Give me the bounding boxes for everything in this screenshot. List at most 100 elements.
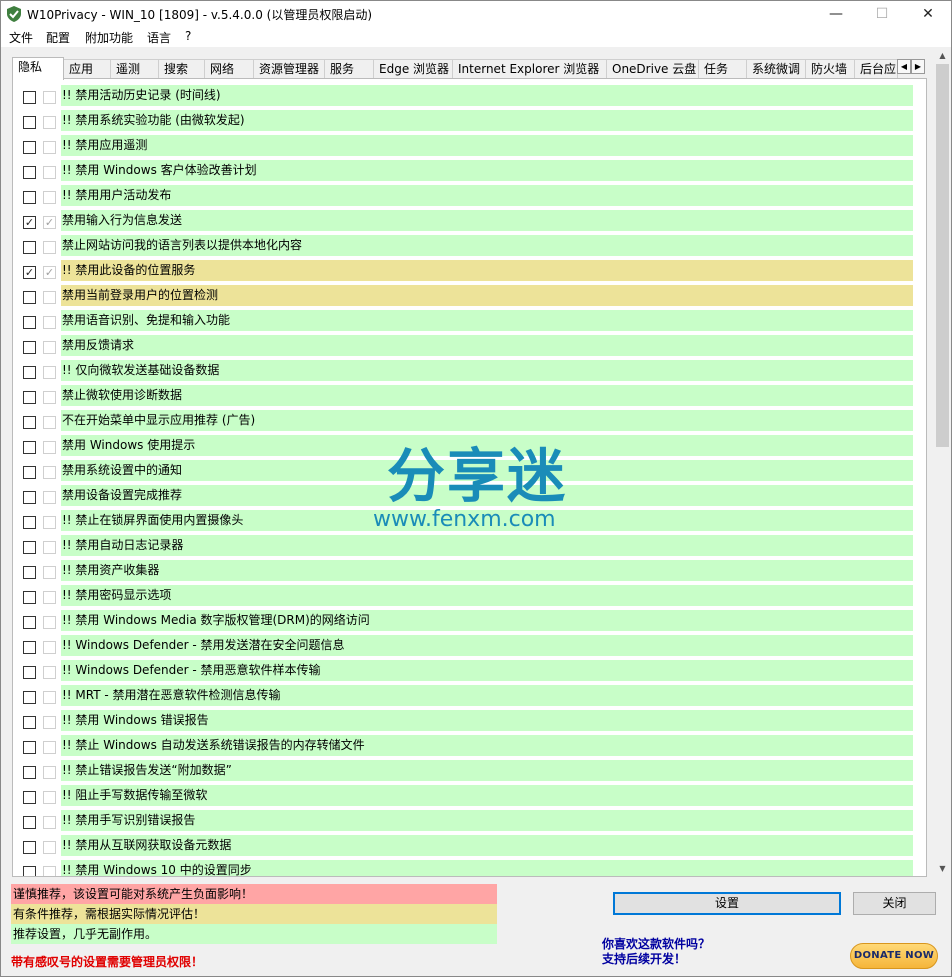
setting-checkbox[interactable] — [23, 741, 36, 754]
setting-row[interactable]: 禁用 Windows 使用提示 — [13, 433, 926, 458]
setting-row[interactable]: 不在开始菜单中显示应用推荐 (广告) — [13, 408, 926, 433]
setting-checkbox[interactable] — [23, 666, 36, 679]
tab-edge[interactable]: Edge 浏览器 — [373, 59, 453, 79]
close-window-button[interactable]: ✕ — [905, 1, 951, 27]
tab-explorer[interactable]: 资源管理器 — [253, 59, 334, 79]
menu-language[interactable]: 语言 — [147, 29, 171, 46]
donate-button[interactable]: DONATE NOW — [850, 943, 938, 969]
setting-checkbox[interactable] — [23, 441, 36, 454]
setting-checkbox[interactable] — [23, 166, 36, 179]
setting-row[interactable]: !! 禁止错误报告发送“附加数据” — [13, 758, 926, 783]
setting-checkbox[interactable] — [23, 541, 36, 554]
setting-checkbox[interactable]: ✓ — [23, 266, 36, 279]
setting-checkbox[interactable] — [23, 566, 36, 579]
scroll-thumb[interactable] — [936, 64, 949, 447]
minimize-button[interactable]: — — [813, 1, 859, 27]
setting-row[interactable]: 禁用反馈请求 — [13, 333, 926, 358]
setting-row[interactable]: !! MRT - 禁用潜在恶意软件检测信息传输 — [13, 683, 926, 708]
setting-row[interactable]: !! 禁用应用遥测 — [13, 133, 926, 158]
tab-firewall[interactable]: 防火墙 — [805, 59, 855, 79]
tab-network[interactable]: 网络 — [204, 59, 254, 79]
setting-row[interactable]: ✓ ✓ !! 禁用此设备的位置服务 — [13, 258, 926, 283]
tab-services[interactable]: 服务 — [324, 59, 374, 79]
setting-row[interactable]: 禁止微软使用诊断数据 — [13, 383, 926, 408]
setting-checkbox[interactable] — [23, 866, 36, 876]
setting-row[interactable]: !! 仅向微软发送基础设备数据 — [13, 358, 926, 383]
setting-row[interactable]: !! 禁用自动日志记录器 — [13, 533, 926, 558]
setting-checkbox[interactable] — [23, 191, 36, 204]
setting-checkbox[interactable] — [23, 141, 36, 154]
tab-ie[interactable]: Internet Explorer 浏览器 — [452, 59, 607, 79]
tab-tasks[interactable]: 任务 — [698, 59, 747, 79]
apply-settings-button[interactable]: 设置 — [613, 892, 841, 915]
setting-checkbox[interactable] — [23, 816, 36, 829]
setting-checkbox[interactable]: ✓ — [23, 216, 36, 229]
setting-row[interactable]: !! 禁用资产收集器 — [13, 558, 926, 583]
setting-checkbox[interactable] — [23, 491, 36, 504]
setting-checkbox[interactable] — [23, 641, 36, 654]
setting-row[interactable]: !! 禁用 Windows 客户体验改善计划 — [13, 158, 926, 183]
setting-checkbox[interactable] — [23, 616, 36, 629]
setting-checkbox[interactable] — [23, 766, 36, 779]
menu-file[interactable]: 文件 — [9, 29, 33, 46]
tab-onedrive[interactable]: OneDrive 云盘 — [606, 59, 699, 79]
setting-checkbox[interactable] — [23, 466, 36, 479]
setting-row[interactable]: !! Windows Defender - 禁用恶意软件样本传输 — [13, 658, 926, 683]
setting-checkbox[interactable] — [23, 691, 36, 704]
setting-checkbox[interactable] — [23, 416, 36, 429]
menu-config[interactable]: 配置 — [46, 29, 70, 46]
setting-row[interactable]: !! 禁用用户活动发布 — [13, 183, 926, 208]
setting-checkbox[interactable] — [23, 241, 36, 254]
setting-default-checkbox — [43, 341, 56, 354]
setting-row[interactable]: !! Windows Defender - 禁用发送潜在安全问题信息 — [13, 633, 926, 658]
tab-apps[interactable]: 应用 — [63, 59, 113, 79]
setting-row[interactable]: !! 禁用手写识别错误报告 — [13, 808, 926, 833]
tab-privacy[interactable]: 隐私 — [12, 57, 64, 80]
setting-checkbox[interactable] — [23, 366, 36, 379]
setting-row[interactable]: !! 禁止 Windows 自动发送系统错误报告的内存转储文件 — [13, 733, 926, 758]
setting-default-checkbox — [43, 191, 56, 204]
setting-row[interactable]: ✓ ✓ 禁用输入行为信息发送 — [13, 208, 926, 233]
setting-row[interactable]: !! 禁用 Windows 错误报告 — [13, 708, 926, 733]
promo-line-1[interactable]: 你喜欢这款软件吗？ — [602, 937, 710, 952]
setting-checkbox[interactable] — [23, 341, 36, 354]
setting-checkbox[interactable] — [23, 116, 36, 129]
setting-checkbox[interactable] — [23, 316, 36, 329]
setting-row[interactable]: !! 禁用从互联网获取设备元数据 — [13, 833, 926, 858]
tab-telemetry[interactable]: 遥测 — [110, 59, 159, 79]
setting-row[interactable]: !! 禁用系统实验功能 (由微软发起) — [13, 108, 926, 133]
setting-row[interactable]: 禁用系统设置中的通知 — [13, 458, 926, 483]
scroll-up-icon[interactable]: ▲ — [934, 47, 951, 64]
setting-checkbox[interactable] — [23, 791, 36, 804]
setting-checkbox[interactable] — [23, 516, 36, 529]
setting-row[interactable]: !! 禁用活动历史记录 (时间线) — [13, 83, 926, 108]
menu-help[interactable]: ? — [185, 29, 191, 43]
scroll-down-icon[interactable]: ▼ — [934, 860, 951, 877]
vertical-scrollbar[interactable]: ▲ ▼ — [934, 47, 951, 877]
tab-tweaks[interactable]: 系统微调 — [746, 59, 806, 79]
promo-text[interactable]: 你喜欢这款软件吗？ 支持后续开发！ — [602, 937, 710, 967]
setting-checkbox[interactable] — [23, 591, 36, 604]
setting-row[interactable]: !! 禁用 Windows Media 数字版权管理(DRM)的网络访问 — [13, 608, 926, 633]
setting-row[interactable]: !! 禁用密码显示选项 — [13, 583, 926, 608]
promo-line-2[interactable]: 支持后续开发！ — [602, 952, 710, 967]
maximize-button[interactable]: ☐ — [859, 1, 905, 27]
tab-search[interactable]: 搜索 — [158, 59, 205, 79]
setting-row[interactable]: !! 禁止在锁屏界面使用内置摄像头 — [13, 508, 926, 533]
setting-checkbox[interactable] — [23, 716, 36, 729]
setting-checkbox[interactable] — [23, 91, 36, 104]
setting-row[interactable]: 禁用当前登录用户的位置检测 — [13, 283, 926, 308]
setting-row[interactable]: 禁止网站访问我的语言列表以提供本地化内容 — [13, 233, 926, 258]
setting-row[interactable]: 禁用语音识别、免提和输入功能 — [13, 308, 926, 333]
setting-checkbox[interactable] — [23, 841, 36, 854]
setting-checkbox[interactable] — [23, 391, 36, 404]
tab-scroll-right-icon[interactable]: ▶ — [911, 59, 925, 74]
tab-background-apps[interactable]: 后台应 — [854, 59, 898, 79]
tab-scroll-left-icon[interactable]: ◀ — [897, 59, 911, 74]
setting-row[interactable]: !! 禁用 Windows 10 中的设置同步 — [13, 858, 926, 876]
setting-row[interactable]: !! 阻止手写数据传输至微软 — [13, 783, 926, 808]
setting-row[interactable]: 禁用设备设置完成推荐 — [13, 483, 926, 508]
menu-extras[interactable]: 附加功能 — [85, 29, 133, 46]
setting-checkbox[interactable] — [23, 291, 36, 304]
close-button[interactable]: 关闭 — [853, 892, 936, 915]
